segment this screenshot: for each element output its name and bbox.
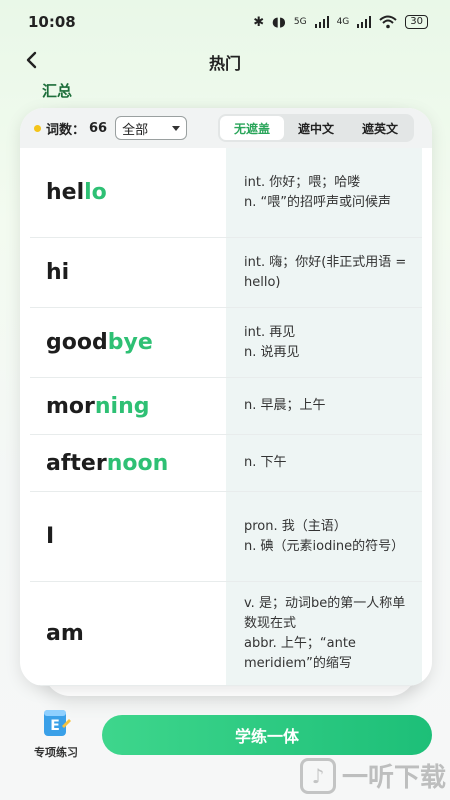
definition-cell: int. 你好；喂；哈喽 n. “喂”的招呼声或问候声 bbox=[226, 148, 422, 237]
word-cell: hel lo bbox=[30, 148, 226, 237]
word-highlight: lo bbox=[84, 180, 107, 205]
filter-value: 全部 bbox=[122, 122, 149, 138]
word-row[interactable]: hi int. 嗨；你好(非正式用语 = hello) bbox=[30, 238, 422, 308]
word-row[interactable]: after noon n. 下午 bbox=[30, 435, 422, 492]
watermark-logo-icon: ♪ bbox=[299, 757, 336, 794]
learn-practice-button[interactable]: 学练一体 bbox=[102, 715, 432, 755]
nav-bar: 热门 bbox=[0, 44, 450, 78]
word-count-label: 词数： bbox=[46, 122, 86, 138]
signal-4g-label: 4G bbox=[336, 17, 350, 27]
word-row[interactable]: good bye int. 再见 n. 说再见 bbox=[30, 308, 422, 378]
word-row[interactable]: I pron. 我（主语） n. 碘（元素iodine的符号） bbox=[30, 492, 422, 582]
definition-cell: int. 嗨；你好(非正式用语 = hello) bbox=[226, 238, 422, 307]
watermark: ♪ 一听下载 bbox=[299, 757, 446, 794]
word-text: after bbox=[46, 450, 107, 476]
word-highlight: noon bbox=[106, 450, 169, 476]
word-cell: good bye bbox=[30, 308, 226, 377]
bluetooth-icon: ✱ bbox=[253, 14, 265, 30]
practice-book-icon: E bbox=[44, 710, 71, 736]
word-highlight: bye bbox=[107, 330, 153, 355]
definition-cell: pron. 我（主语） n. 碘（元素iodine的符号） bbox=[226, 492, 422, 581]
definition-cell: n. 早晨；上午 bbox=[226, 378, 422, 434]
signal-5g-label: 5G bbox=[293, 17, 307, 27]
section-title: 汇总 bbox=[42, 82, 73, 100]
word-row[interactable]: am v. 是；动词be的第一人称单数现在式 abbr. 上午；“ante me… bbox=[30, 582, 422, 686]
definition-cell: int. 再见 n. 说再见 bbox=[226, 308, 422, 377]
signal-4g-icon bbox=[357, 16, 372, 28]
word-row[interactable]: mor ning n. 早晨；上午 bbox=[30, 378, 422, 435]
word-list: hel lo int. 你好；喂；哈喽 n. “喂”的招呼声或问候声 hi int… bbox=[30, 148, 422, 686]
special-practice-button[interactable]: E 专项练习 bbox=[24, 708, 88, 764]
word-text: I bbox=[46, 524, 55, 549]
segment-cover-chinese[interactable]: 遮中文 bbox=[284, 116, 348, 140]
count-dot-icon bbox=[34, 124, 41, 132]
word-cell: I bbox=[30, 492, 226, 581]
segment-no-cover[interactable]: 无遮盖 bbox=[220, 116, 284, 140]
cover-mode-segmented-control: 无遮盖 遮中文 遮英文 bbox=[218, 114, 414, 142]
practice-label: 专项练习 bbox=[34, 746, 78, 759]
status-icons: ✱ ◖◗ 5G 4G 30 bbox=[253, 15, 428, 30]
definition-cell: v. 是；动词be的第一人称单数现在式 abbr. 上午；“ante merid… bbox=[226, 582, 422, 685]
signal-5g-icon bbox=[314, 16, 329, 28]
word-card: 词数： 66 全部 无遮盖 遮中文 遮英文 hel lo int. 你好；喂；哈喽… bbox=[20, 108, 432, 686]
card-toolbar: 词数： 66 全部 无遮盖 遮中文 遮英文 bbox=[20, 108, 432, 148]
headset-icon: ◖◗ bbox=[272, 14, 286, 30]
page-title: 热门 bbox=[208, 54, 241, 73]
filter-dropdown[interactable]: 全部 bbox=[115, 116, 188, 140]
word-cell: mor ning bbox=[30, 378, 226, 434]
status-time: 10:08 bbox=[28, 13, 76, 31]
word-text: hel bbox=[46, 180, 85, 205]
word-cell: am bbox=[30, 582, 226, 685]
word-text: hi bbox=[46, 260, 70, 285]
chevron-down-icon bbox=[172, 125, 181, 131]
battery-icon: 30 bbox=[405, 15, 428, 29]
watermark-text: 一听下载 bbox=[341, 763, 446, 793]
segment-cover-english[interactable]: 遮英文 bbox=[348, 116, 412, 140]
word-text: am bbox=[46, 621, 84, 646]
status-bar: 10:08 ✱ ◖◗ 5G 4G 30 bbox=[0, 0, 450, 44]
word-row[interactable]: hel lo int. 你好；喂；哈喽 n. “喂”的招呼声或问候声 bbox=[30, 148, 422, 238]
word-cell: after noon bbox=[30, 435, 226, 491]
svg-text:E: E bbox=[50, 718, 60, 734]
word-text: good bbox=[46, 330, 108, 355]
word-highlight: ning bbox=[94, 393, 150, 419]
word-count-value: 66 bbox=[89, 120, 108, 136]
wifi-icon bbox=[379, 15, 397, 29]
word-text: mor bbox=[46, 393, 95, 419]
word-cell: hi bbox=[30, 238, 226, 307]
definition-cell: n. 下午 bbox=[226, 435, 422, 491]
